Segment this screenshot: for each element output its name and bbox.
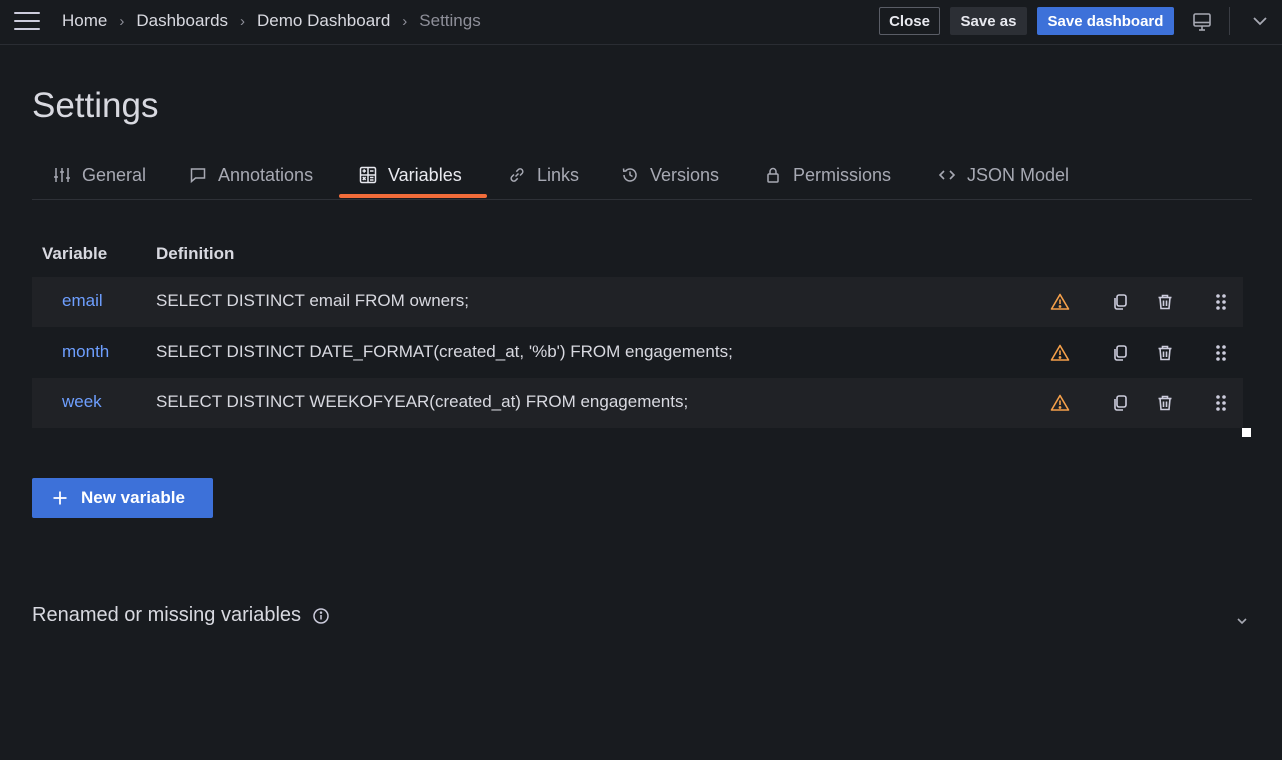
trash-icon[interactable] bbox=[1154, 342, 1176, 364]
active-tab-indicator bbox=[339, 194, 487, 198]
breadcrumb-settings: Settings bbox=[419, 11, 481, 30]
tab-variables[interactable]: Variables bbox=[358, 152, 462, 198]
lock-icon bbox=[763, 165, 783, 185]
chevron-right-icon: › bbox=[402, 12, 408, 30]
warning-icon bbox=[1049, 342, 1071, 364]
monitor-icon[interactable] bbox=[1191, 11, 1213, 33]
tab-label: Versions bbox=[650, 164, 720, 185]
chevron-down-icon[interactable] bbox=[1234, 614, 1250, 628]
history-icon bbox=[620, 165, 640, 185]
tab-json-model[interactable]: JSON Model bbox=[937, 152, 1069, 198]
variable-name-link[interactable]: month bbox=[62, 342, 109, 362]
plus-icon bbox=[52, 490, 68, 506]
tab-label: Links bbox=[537, 164, 580, 185]
drag-handle-icon[interactable] bbox=[1210, 342, 1232, 364]
new-variable-button[interactable]: New variable bbox=[32, 478, 213, 518]
tab-versions[interactable]: Versions bbox=[620, 152, 719, 198]
breadcrumb: Home › Dashboards › Demo Dashboard › Set… bbox=[62, 11, 481, 31]
top-navbar: Home › Dashboards › Demo Dashboard › Set… bbox=[0, 0, 1282, 45]
variable-name-link[interactable]: email bbox=[62, 291, 103, 311]
code-icon bbox=[937, 165, 957, 185]
copy-icon[interactable] bbox=[1109, 291, 1131, 313]
column-header-variable: Variable bbox=[42, 244, 108, 263]
tab-label: Variables bbox=[388, 164, 462, 185]
tab-annotations[interactable]: Annotations bbox=[188, 152, 313, 198]
copy-icon[interactable] bbox=[1109, 392, 1131, 414]
tab-general[interactable]: General bbox=[52, 152, 146, 198]
breadcrumb-dashboards[interactable]: Dashboards bbox=[136, 11, 228, 31]
section-title: Renamed or missing variables bbox=[32, 604, 302, 626]
tab-label: Annotations bbox=[218, 164, 314, 185]
variable-definition: SELECT DISTINCT DATE_FORMAT(created_at, … bbox=[156, 342, 733, 361]
drag-handle-icon[interactable] bbox=[1210, 291, 1232, 313]
breadcrumb-home[interactable]: Home bbox=[62, 11, 107, 31]
variable-name-link[interactable]: week bbox=[62, 392, 102, 412]
tab-label: JSON Model bbox=[967, 164, 1070, 185]
column-header-definition: Definition bbox=[156, 244, 235, 263]
variable-definition: SELECT DISTINCT email FROM owners; bbox=[156, 291, 469, 310]
calculator-icon bbox=[358, 165, 378, 185]
tab-links[interactable]: Links bbox=[507, 152, 579, 198]
page-title: Settings bbox=[32, 86, 159, 125]
save-as-button[interactable]: Save as bbox=[950, 7, 1027, 35]
tab-label: General bbox=[82, 164, 147, 185]
copy-icon[interactable] bbox=[1109, 342, 1131, 364]
trash-icon[interactable] bbox=[1154, 392, 1176, 414]
tab-permissions[interactable]: Permissions bbox=[763, 152, 891, 198]
chevron-right-icon: › bbox=[240, 12, 246, 30]
chevron-down-icon[interactable] bbox=[1251, 14, 1269, 28]
close-button[interactable]: Close bbox=[879, 7, 940, 35]
comment-icon bbox=[188, 165, 208, 185]
table-row: email SELECT DISTINCT email FROM owners; bbox=[32, 277, 1243, 327]
menu-icon[interactable] bbox=[14, 12, 40, 32]
save-dashboard-button[interactable]: Save dashboard bbox=[1037, 7, 1174, 35]
table-row: week SELECT DISTINCT WEEKOFYEAR(created_… bbox=[32, 378, 1243, 428]
sliders-icon bbox=[52, 165, 72, 185]
chevron-right-icon: › bbox=[119, 12, 125, 30]
resize-handle bbox=[1242, 428, 1251, 437]
new-variable-label: New variable bbox=[81, 488, 185, 507]
table-row: month SELECT DISTINCT DATE_FORMAT(create… bbox=[32, 328, 1243, 378]
info-icon[interactable] bbox=[312, 607, 330, 625]
breadcrumb-demo-dashboard[interactable]: Demo Dashboard bbox=[257, 11, 390, 31]
toolbar-divider bbox=[1229, 7, 1230, 35]
warning-icon bbox=[1049, 392, 1071, 414]
link-icon bbox=[507, 165, 527, 185]
settings-tabs: General Annotations Variables Links Vers… bbox=[32, 152, 1252, 200]
renamed-variables-section[interactable]: Renamed or missing variables bbox=[32, 604, 330, 627]
drag-handle-icon[interactable] bbox=[1210, 392, 1232, 414]
variable-definition: SELECT DISTINCT WEEKOFYEAR(created_at) F… bbox=[156, 392, 689, 411]
trash-icon[interactable] bbox=[1154, 291, 1176, 313]
tab-label: Permissions bbox=[793, 164, 892, 185]
warning-icon bbox=[1049, 291, 1071, 313]
